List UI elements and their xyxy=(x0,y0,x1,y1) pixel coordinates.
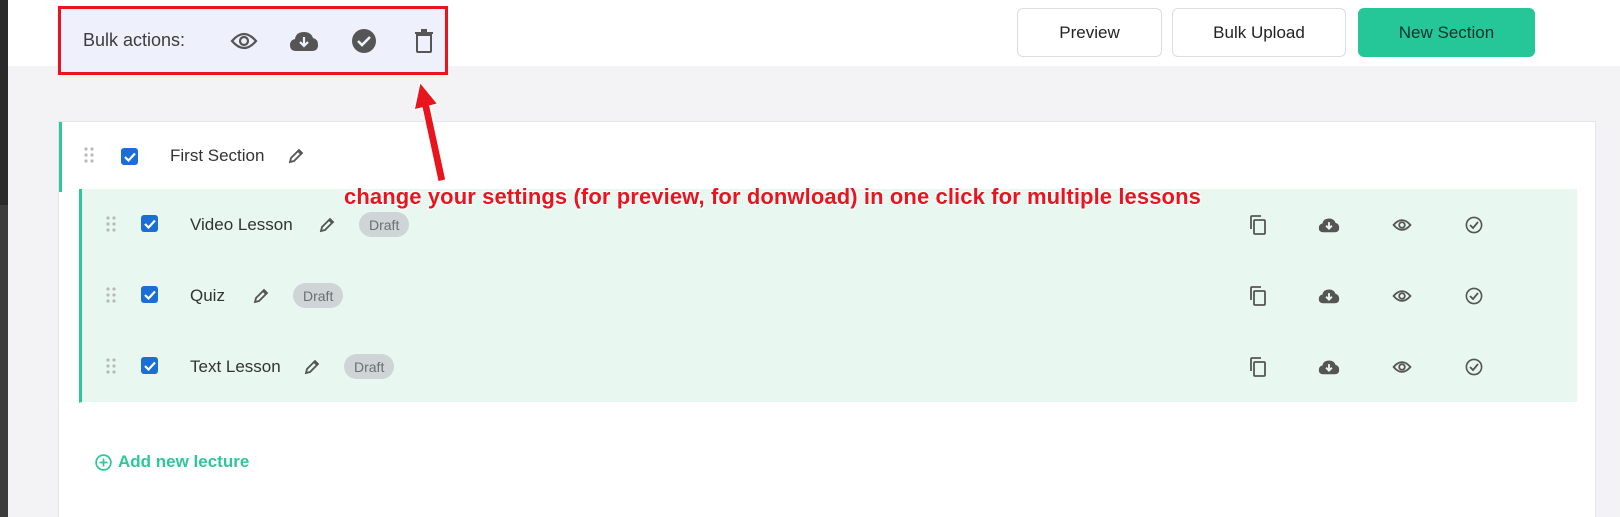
cloud-download-icon[interactable] xyxy=(1318,214,1340,236)
copy-icon[interactable] xyxy=(1247,214,1269,236)
annotation-arrow xyxy=(413,80,447,183)
eye-icon[interactable] xyxy=(1391,214,1413,236)
section-checkbox[interactable] xyxy=(121,148,138,165)
preview-button[interactable]: Preview xyxy=(1017,8,1162,57)
lesson-checkbox[interactable] xyxy=(141,215,158,232)
status-badge: Draft xyxy=(359,212,410,237)
eye-icon[interactable] xyxy=(229,26,259,56)
status-badge: Draft xyxy=(293,283,344,308)
trash-icon[interactable] xyxy=(409,26,439,56)
add-new-lecture-link[interactable]: Add new lecture xyxy=(95,452,249,472)
check-circle-outline-icon[interactable] xyxy=(1463,356,1485,378)
plus-circle-icon xyxy=(95,453,112,471)
add-new-lecture-label: Add new lecture xyxy=(118,452,250,471)
check-circle-outline-icon[interactable] xyxy=(1463,285,1485,307)
section-accent-bar xyxy=(59,122,62,192)
cloud-download-icon[interactable] xyxy=(289,26,319,56)
edit-lesson-pencil-icon[interactable] xyxy=(252,287,270,310)
annotation-caption: change your settings (for preview, for d… xyxy=(344,184,1201,209)
eye-icon[interactable] xyxy=(1391,356,1413,378)
check-circle-outline-icon[interactable] xyxy=(1463,214,1485,236)
lesson-title: Quiz xyxy=(190,286,225,305)
section-title: First Section xyxy=(170,146,265,165)
edit-lesson-pencil-icon[interactable] xyxy=(303,358,321,381)
drag-handle-icon[interactable] xyxy=(106,287,116,308)
left-window-edge xyxy=(0,0,8,517)
lesson-title: Video Lesson xyxy=(190,215,293,234)
lesson-title: Text Lesson xyxy=(190,357,281,376)
eye-icon[interactable] xyxy=(1391,285,1413,307)
lesson-row[interactable]: Text Lesson Draft xyxy=(79,331,1577,403)
check-circle-icon[interactable] xyxy=(349,26,379,56)
lesson-checkbox[interactable] xyxy=(141,286,158,303)
drag-handle-icon[interactable] xyxy=(106,358,116,379)
cloud-download-icon[interactable] xyxy=(1318,285,1340,307)
lesson-row[interactable]: Quiz Draft xyxy=(79,260,1577,332)
edit-section-pencil-icon[interactable] xyxy=(287,147,305,170)
lesson-checkbox[interactable] xyxy=(141,357,158,374)
bulk-actions-bar: Bulk actions: xyxy=(58,6,448,75)
section-header xyxy=(83,146,95,164)
edit-lesson-pencil-icon[interactable] xyxy=(318,216,336,239)
bulk-actions-label: Bulk actions: xyxy=(83,30,186,50)
section-card: First Section Video Lesson Draft Quiz Dr… xyxy=(58,121,1596,517)
copy-icon[interactable] xyxy=(1247,285,1269,307)
status-badge: Draft xyxy=(344,354,395,379)
cloud-download-icon[interactable] xyxy=(1318,356,1340,378)
new-section-button[interactable]: New Section xyxy=(1358,8,1535,57)
drag-handle-icon[interactable] xyxy=(83,146,95,164)
bulk-upload-button[interactable]: Bulk Upload xyxy=(1172,8,1346,57)
copy-icon[interactable] xyxy=(1247,356,1269,378)
drag-handle-icon[interactable] xyxy=(106,216,116,237)
